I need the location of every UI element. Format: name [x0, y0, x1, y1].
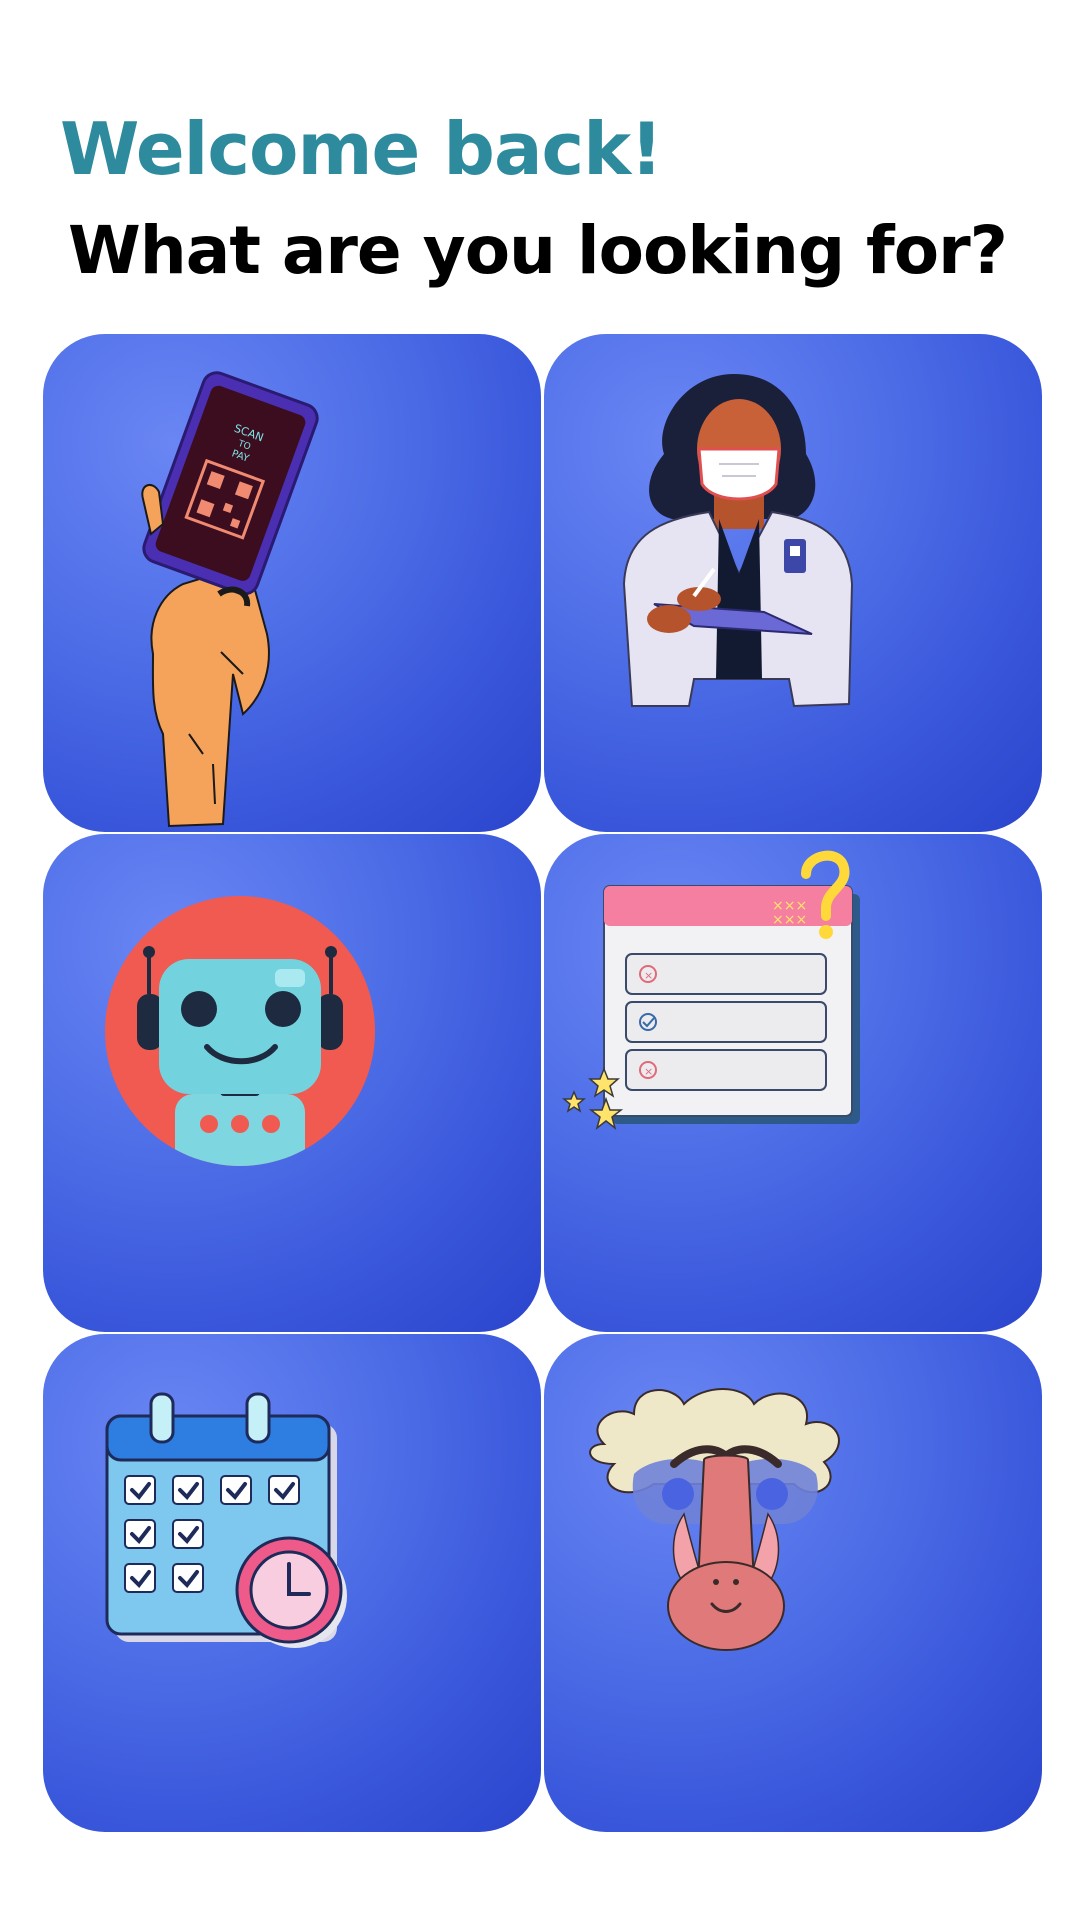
tile-scan-to-pay[interactable]: SCAN TO PAY — [43, 334, 541, 832]
tile-robot[interactable] — [43, 834, 541, 1332]
calendar-clock-icon — [105, 1392, 347, 1648]
tile-checklist[interactable]: ××× ××× × × — [544, 834, 1042, 1332]
category-grid: SCAN TO PAY ××× ××× × × — [43, 334, 1042, 1834]
scan-to-pay-phone-icon: SCAN TO PAY — [141, 371, 319, 828]
svg-text:×××: ××× — [772, 912, 807, 928]
tile-doctor[interactable] — [544, 334, 1042, 832]
svg-text:×: × — [644, 969, 653, 982]
baboon-mask-icon — [589, 1388, 840, 1651]
checklist-faq-icon: ××× ××× × × — [561, 850, 860, 1130]
tile-calendar[interactable] — [43, 1334, 541, 1832]
svg-text:×: × — [644, 1065, 653, 1078]
tile-mask[interactable] — [544, 1334, 1042, 1832]
robot-assistant-icon — [105, 896, 375, 1166]
doctor-icon — [622, 374, 854, 708]
welcome-heading: Welcome back! — [60, 107, 663, 191]
prompt-heading: What are you looking for? — [68, 212, 1008, 289]
